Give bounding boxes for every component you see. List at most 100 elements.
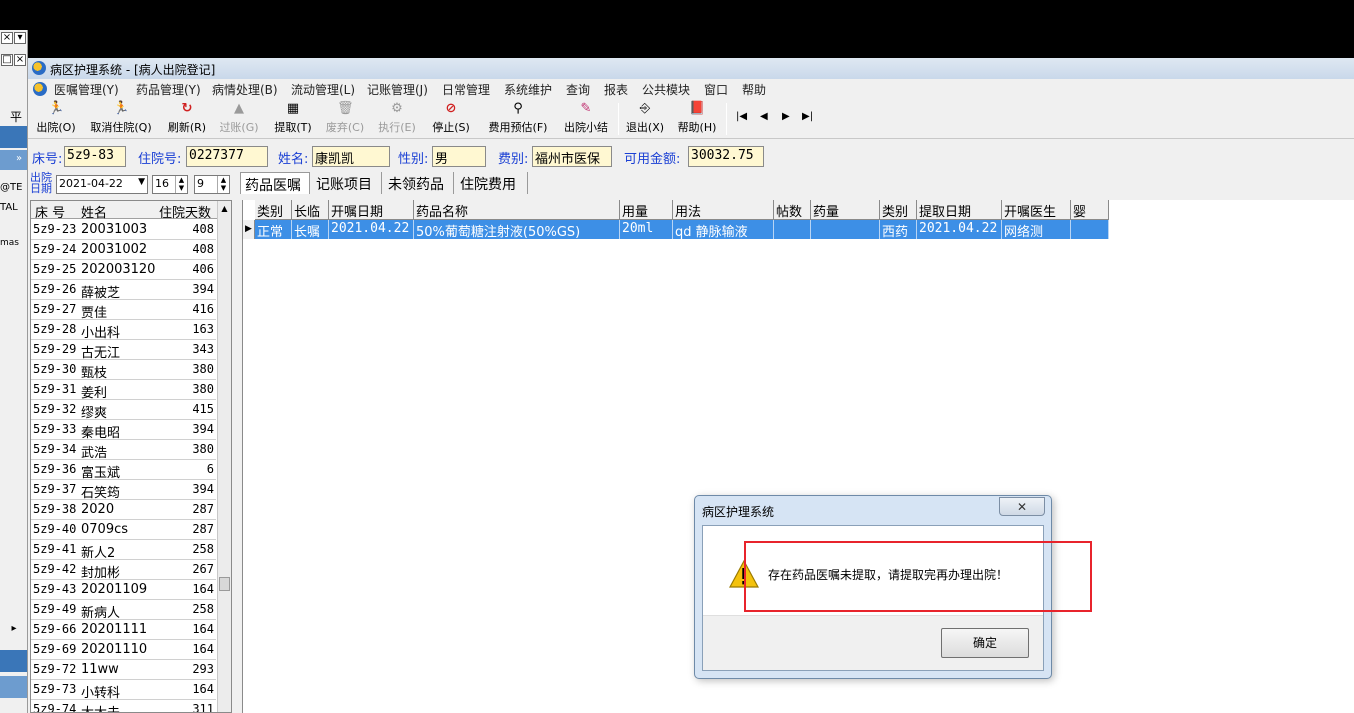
scrollbar-thumb[interactable] (219, 577, 230, 591)
column-header-usage[interactable]: 用法 (673, 200, 774, 220)
list-item[interactable]: 5z9-73 小转科 164 (31, 680, 216, 701)
list-item[interactable]: 5z9-43 20201109 164 (31, 580, 216, 600)
list-item[interactable]: 5z9-30 甄枝 380 (31, 360, 216, 381)
tab-billing-items[interactable]: 记账项目 (312, 172, 382, 194)
scroll-up-icon[interactable]: ▲ (218, 201, 231, 217)
tab-hospital-fees[interactable]: 住院费用 (456, 172, 528, 194)
menu-item-system[interactable]: 系统维护 (504, 81, 552, 98)
spinner-arrows-icon[interactable]: ▲ ▼ (217, 176, 229, 193)
list-item[interactable]: 5z9-28 小出科 163 (31, 320, 216, 341)
column-header-long-temp[interactable]: 长临 (292, 200, 329, 220)
list-item[interactable]: 5z9-72 11ww 293 (31, 660, 216, 680)
column-header-quantity[interactable]: 药量 (811, 200, 880, 220)
discharge-date-picker[interactable]: 2021-04-22 ▼ (56, 175, 148, 194)
column-header-bed[interactable]: 床 号 (35, 202, 65, 221)
menu-item-accounting[interactable]: 记账管理(J) (367, 81, 428, 98)
name-field[interactable]: 康凯凯 (312, 146, 390, 167)
close-icon[interactable]: × (1, 32, 13, 44)
execute-button[interactable]: ⚙ 执行(E) (374, 101, 420, 137)
discharge-button[interactable]: 🏃 出院(O) (32, 101, 80, 137)
first-record-button[interactable]: |◀ (736, 111, 747, 122)
stop-button[interactable]: ⊘ 停止(S) (428, 101, 474, 137)
menu-item-reports[interactable]: 报表 (604, 81, 628, 98)
patient-list[interactable]: 床 号 姓名 住院天数 5z9-23 20031003 408 5z9-24 20031… (30, 200, 232, 713)
list-item[interactable]: 5z9-49 新病人 258 (31, 600, 216, 621)
discard-button[interactable]: 🗑 废弃(C) (322, 101, 368, 137)
list-item[interactable]: 5z9-40 0709cs 287 (31, 520, 216, 540)
menu-item-common[interactable]: 公共模块 (642, 81, 690, 98)
table-cell[interactable]: 网络测 (1002, 220, 1071, 239)
exit-button[interactable]: ⎆ 退出(X) (622, 101, 668, 137)
spinner-arrows-icon[interactable]: ▲ ▼ (175, 176, 187, 193)
balance-field[interactable]: 30032.75 (688, 146, 764, 167)
list-item[interactable]: 5z9-69 20201110 164 (31, 640, 216, 660)
list-item[interactable]: 5z9-34 武浩 380 (31, 440, 216, 461)
column-header-drug-name[interactable]: 药品名称 (414, 200, 620, 220)
cancel-admission-button[interactable]: 🏃 取消住院(Q) (86, 101, 156, 137)
close-icon[interactable]: × (14, 54, 26, 66)
list-item[interactable]: 5z9-74 大大夫 311 (31, 700, 216, 712)
list-item[interactable]: 5z9-38 2020 287 (31, 500, 216, 520)
table-cell[interactable]: 西药 (880, 220, 917, 239)
menu-item-flow[interactable]: 流动管理(L) (291, 81, 355, 98)
list-item[interactable]: 5z9-32 缪爽 415 (31, 400, 216, 421)
scroll-right-icon[interactable]: ▸ (8, 624, 20, 636)
column-header-days[interactable]: 住院天数 (159, 202, 211, 221)
refresh-button[interactable]: ↻ 刷新(R) (164, 101, 210, 137)
discharge-hour-spinner[interactable]: 16 ▲ ▼ (152, 175, 188, 194)
list-item[interactable]: 5z9-66 20201111 164 (31, 620, 216, 640)
column-header-order-date[interactable]: 开嘱日期 (329, 200, 414, 220)
next-record-button[interactable]: ▶ (782, 111, 790, 122)
menu-item-drugs[interactable]: 药品管理(Y) (136, 81, 201, 98)
dialog-close-button[interactable]: ✕ (999, 497, 1045, 516)
table-cell[interactable]: 长嘱 (292, 220, 329, 239)
column-header-extract-date[interactable]: 提取日期 (917, 200, 1002, 220)
dropdown-icon[interactable]: ▾ (14, 32, 26, 44)
list-item[interactable]: 5z9-24 20031002 408 (31, 240, 216, 260)
table-cell[interactable] (774, 220, 811, 239)
menu-item-orders[interactable]: 医嘱管理(Y) (54, 81, 119, 98)
column-header-type[interactable]: 类别 (880, 200, 917, 220)
column-header-name[interactable]: 姓名 (81, 202, 107, 221)
table-cell[interactable]: 50%葡萄糖注射液(50%GS) (414, 220, 620, 239)
restore-icon[interactable]: □ (1, 54, 13, 66)
list-item[interactable]: 5z9-27 贾佳 416 (31, 300, 216, 321)
previous-record-button[interactable]: ◀ (760, 111, 768, 122)
extract-button[interactable]: ▦ 提取(T) (270, 101, 316, 137)
column-header-doctor[interactable]: 开嘱医生 (1002, 200, 1071, 220)
table-cell[interactable]: 正常 (255, 220, 292, 239)
column-header-doses[interactable]: 帖数 (774, 200, 811, 220)
chevron-down-icon[interactable]: ▼ (138, 177, 145, 187)
table-cell[interactable]: 2021.04.22 (917, 220, 1002, 239)
bed-field[interactable]: 5z9-83 (64, 146, 126, 167)
table-cell[interactable]: 2021.04.22 (329, 220, 414, 239)
list-item[interactable]: 5z9-31 姜利 380 (31, 380, 216, 401)
tab-unclaimed-drugs[interactable]: 未领药品 (384, 172, 454, 194)
fee-type-field[interactable]: 福州市医保 (532, 146, 612, 167)
menu-item-condition[interactable]: 病情处理(B) (212, 81, 278, 98)
last-record-button[interactable]: ▶| (802, 111, 813, 122)
menu-item-daily[interactable]: 日常管理 (442, 81, 490, 98)
list-item[interactable]: 5z9-23 20031003 408 (31, 220, 216, 240)
column-header-category[interactable]: 类别 (255, 200, 292, 220)
menu-item-query[interactable]: 查询 (566, 81, 590, 98)
post-button[interactable]: ▲ 过账(G) (216, 101, 262, 137)
discharge-minute-spinner[interactable]: 9 ▲ ▼ (194, 175, 230, 194)
cost-estimate-button[interactable]: ⚲ 费用预估(F) (482, 101, 554, 137)
list-item[interactable]: 5z9-29 古无江 343 (31, 340, 216, 361)
column-header-infant[interactable]: 婴 (1071, 200, 1109, 220)
list-item[interactable]: 5z9-42 封加彬 267 (31, 560, 216, 581)
ok-button[interactable]: 确定 (941, 628, 1029, 658)
list-item[interactable]: 5z9-41 新人2 258 (31, 540, 216, 561)
menu-item-window[interactable]: 窗口 (704, 81, 728, 98)
list-item[interactable]: 5z9-33 秦电昭 394 (31, 420, 216, 441)
list-item[interactable]: 5z9-37 石笑筠 394 (31, 480, 216, 501)
table-cell[interactable] (1071, 220, 1109, 239)
column-header-dosage[interactable]: 用量 (620, 200, 673, 220)
sex-field[interactable]: 男 (432, 146, 486, 167)
inpatient-no-field[interactable]: 0227377 (186, 146, 268, 167)
table-cell[interactable] (811, 220, 880, 239)
patient-list-scrollbar[interactable]: ▲ (217, 201, 231, 712)
discharge-summary-button[interactable]: ✎ 出院小结 (558, 101, 614, 137)
list-item[interactable]: 5z9-36 富玉斌 6 (31, 460, 216, 481)
